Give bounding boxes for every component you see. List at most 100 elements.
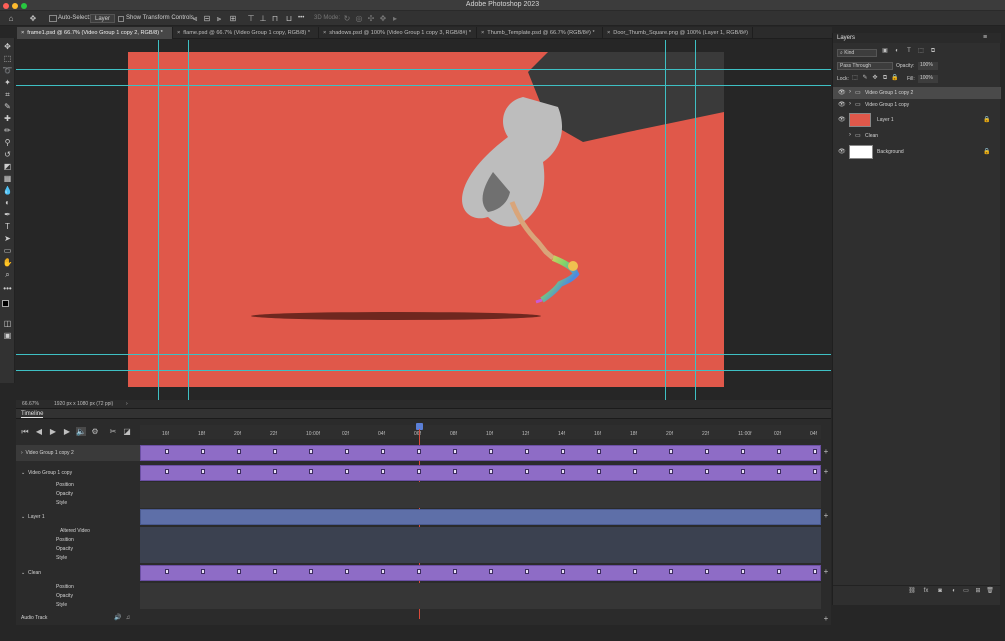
fill-input[interactable]: 100%	[918, 75, 938, 83]
home-icon[interactable]: ⌂	[6, 14, 16, 23]
clip-marker[interactable]	[489, 469, 493, 474]
lasso-tool-icon[interactable]: ➰	[1, 65, 14, 76]
kind-filter-dropdown[interactable]: ⌕ Kind	[837, 49, 877, 57]
clip-marker[interactable]	[741, 449, 745, 454]
fx-icon[interactable]: fx	[921, 587, 931, 596]
distribute-vertical-icon[interactable]: ⊔	[284, 14, 294, 23]
layer-row-layer-1[interactable]: 👁 Layer 1 🔒	[833, 111, 1001, 129]
clip-marker[interactable]	[669, 469, 673, 474]
quick-mask-icon[interactable]: ◫	[1, 318, 14, 329]
guide-horizontal[interactable]	[16, 370, 831, 371]
clip-marker[interactable]	[201, 449, 205, 454]
3d-roll-icon[interactable]: ◎	[354, 14, 364, 23]
layer-name[interactable]: Video Group 1 copy	[865, 102, 909, 108]
clip-marker[interactable]	[525, 569, 529, 574]
clip-marker[interactable]	[165, 569, 169, 574]
timeline-ruler[interactable]: 16f 18f 20f 22f 10:00f 02f 04f 06f 08f 10f 12f 14f 1…	[140, 425, 821, 439]
pen-tool-icon[interactable]: ✒	[1, 209, 14, 220]
tab-door-thumb[interactable]: × Door_Thumb_Square.png @ 100% (Layer 1, …	[603, 27, 753, 39]
layer-clip[interactable]	[140, 509, 821, 525]
clip-marker[interactable]	[345, 569, 349, 574]
guide-vertical[interactable]	[158, 40, 159, 400]
guide-vertical[interactable]	[695, 40, 696, 400]
3d-slide-icon[interactable]: ✥	[378, 14, 388, 23]
move-tool-icon[interactable]: ✥	[1, 41, 14, 52]
lock-position-icon[interactable]: ✥	[871, 74, 879, 83]
add-media-icon[interactable]: +	[822, 567, 830, 576]
mute-audio-icon[interactable]: 🔈	[76, 427, 86, 436]
add-mask-icon[interactable]: ◙	[935, 587, 945, 596]
layer-name[interactable]: Background	[877, 149, 904, 155]
lock-all-icon[interactable]: 🔒	[891, 74, 899, 83]
clip-marker[interactable]	[633, 569, 637, 574]
clip-marker[interactable]	[345, 469, 349, 474]
align-center-icon[interactable]: ⊟	[202, 14, 212, 23]
layer-row-background[interactable]: 👁 Background 🔒	[833, 143, 1001, 161]
clip-marker[interactable]	[813, 569, 817, 574]
align-middle-icon[interactable]: ⊥	[258, 14, 268, 23]
clip-marker[interactable]	[201, 569, 205, 574]
clip-marker[interactable]	[417, 569, 421, 574]
marquee-tool-icon[interactable]: ⬚	[1, 53, 14, 64]
expand-arrow-icon[interactable]: ›	[849, 89, 851, 95]
tab-shadows[interactable]: × shadows.psd @ 100% (Video Group 1 copy …	[319, 27, 477, 39]
clip-marker[interactable]	[597, 469, 601, 474]
previous-frame-icon[interactable]: ◀	[34, 427, 44, 436]
clip-marker[interactable]	[345, 449, 349, 454]
layers-panel-title[interactable]: Layers	[837, 35, 855, 41]
brush-tool-icon[interactable]: ✏	[1, 125, 14, 136]
add-media-icon[interactable]: +	[822, 467, 830, 476]
clip-marker[interactable]	[705, 569, 709, 574]
eyedropper-tool-icon[interactable]: ✎	[1, 101, 14, 112]
visibility-eye-icon[interactable]: 👁	[838, 148, 846, 155]
transition-icon[interactable]: ◪	[122, 427, 132, 436]
blur-tool-icon[interactable]: 💧	[1, 185, 14, 196]
clip-marker[interactable]	[741, 569, 745, 574]
settings-gear-icon[interactable]: ⚙	[90, 427, 100, 436]
tab-flame[interactable]: × flame.psd @ 66.7% (Video Group 1 copy, …	[173, 27, 319, 39]
filter-pixel-icon[interactable]: ▣	[881, 47, 889, 56]
clip-marker[interactable]	[417, 449, 421, 454]
distribute-icon[interactable]: ⊞	[228, 14, 238, 23]
blend-mode-dropdown[interactable]: Pass Through	[837, 62, 893, 70]
guide-vertical[interactable]	[665, 40, 666, 400]
clip-marker[interactable]	[777, 469, 781, 474]
visibility-eye-icon[interactable]: 👁	[838, 101, 846, 108]
clip-marker[interactable]	[453, 469, 457, 474]
document-canvas[interactable]	[128, 52, 724, 387]
guide-horizontal[interactable]	[16, 354, 831, 355]
layer-name[interactable]: Layer 1	[877, 117, 894, 123]
clip-marker[interactable]	[237, 569, 241, 574]
guide-horizontal[interactable]	[16, 85, 831, 86]
filter-smart-object-icon[interactable]: ⧉	[929, 47, 937, 56]
delete-layer-icon[interactable]: 🗑	[985, 587, 995, 596]
clip-marker[interactable]	[273, 569, 277, 574]
clip-marker[interactable]	[165, 449, 169, 454]
opacity-input[interactable]: 100%	[918, 62, 938, 70]
layer-thumbnail[interactable]	[849, 113, 871, 127]
screen-mode-icon[interactable]: ▣	[1, 330, 14, 341]
lock-transparency-icon[interactable]: ⬚	[851, 74, 859, 83]
clip-marker[interactable]	[489, 569, 493, 574]
track-clean[interactable]: ⌄ Clean	[16, 565, 140, 581]
3d-orbit-icon[interactable]: ↻	[342, 14, 352, 23]
clip-marker[interactable]	[381, 469, 385, 474]
history-brush-icon[interactable]: ↺	[1, 149, 14, 160]
layer-name[interactable]: Clean	[865, 133, 878, 139]
clip-marker[interactable]	[777, 449, 781, 454]
3d-scale-icon[interactable]: ▸	[390, 14, 400, 23]
clone-stamp-icon[interactable]: ⚲	[1, 137, 14, 148]
clip-marker[interactable]	[309, 569, 313, 574]
visibility-eye-icon[interactable]: 👁	[838, 116, 846, 123]
filter-adjustment-icon[interactable]: ◐	[893, 47, 901, 56]
auto-select-checkbox[interactable]	[49, 15, 57, 22]
clip-marker[interactable]	[381, 569, 385, 574]
new-group-icon[interactable]: ▭	[961, 587, 971, 596]
zoom-level[interactable]: 66.67%	[22, 401, 39, 407]
clip-marker[interactable]	[705, 449, 709, 454]
link-layers-icon[interactable]: ⛓	[907, 587, 917, 596]
layer-name[interactable]: Video Group 1 copy 2	[865, 90, 913, 96]
clip-marker[interactable]	[273, 469, 277, 474]
lock-artboard-icon[interactable]: ⧉	[881, 74, 889, 83]
clip-marker[interactable]	[417, 469, 421, 474]
